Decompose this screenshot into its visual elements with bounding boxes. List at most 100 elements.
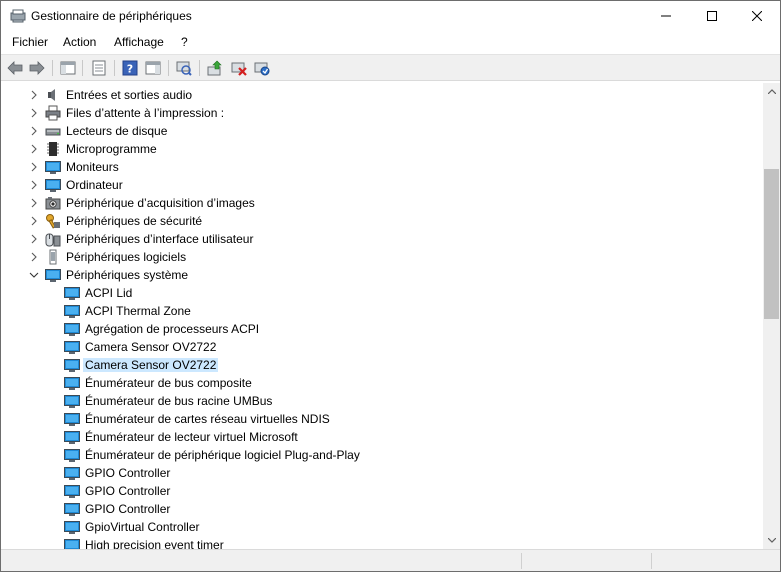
- device-tree[interactable]: Entrées et sorties audio Files d’attente …: [1, 83, 763, 549]
- tree-item-label: GpioVirtual Controller: [85, 520, 200, 534]
- system-device-icon: [64, 321, 80, 337]
- tree-category-item[interactable]: Microprogramme: [1, 140, 763, 158]
- window-title: Gestionnaire de périphériques: [31, 9, 192, 23]
- tree-child-item[interactable]: Énumérateur de bus composite: [1, 374, 763, 392]
- tree-category-item[interactable]: Périphériques logiciels: [1, 248, 763, 266]
- properties-icon[interactable]: [90, 59, 108, 77]
- system-device-icon: [64, 285, 80, 301]
- tree-item-label: Files d’attente à l’impression :: [66, 106, 225, 120]
- chevron-right-icon[interactable]: [29, 180, 39, 190]
- forward-arrow-icon[interactable]: [28, 59, 46, 77]
- close-button[interactable]: [734, 1, 780, 31]
- tree-item-label: Périphériques de sécurité: [66, 214, 203, 228]
- chevron-right-icon[interactable]: [29, 162, 39, 172]
- status-bar: [1, 549, 780, 571]
- toolbar-separator: [199, 60, 200, 76]
- tree-category-item[interactable]: Lecteurs de disque: [1, 122, 763, 140]
- tree-category-item[interactable]: Périphériques système: [1, 266, 763, 284]
- printer-icon: [45, 105, 61, 121]
- back-arrow-icon[interactable]: [6, 59, 24, 77]
- tree-child-item[interactable]: GPIO Controller: [1, 464, 763, 482]
- tree-category-item[interactable]: Périphériques d’interface utilisateur: [1, 230, 763, 248]
- tree-child-item[interactable]: ACPI Lid: [1, 284, 763, 302]
- tree-category-item[interactable]: Ordinateur: [1, 176, 763, 194]
- chevron-right-icon[interactable]: [29, 126, 39, 136]
- tree-item-label: ACPI Lid: [85, 286, 133, 300]
- tree-item-label: Microprogramme: [66, 142, 157, 156]
- system-device-icon: [64, 303, 80, 319]
- device-tree-list: Entrées et sorties audio Files d’attente …: [1, 86, 763, 549]
- minimize-button[interactable]: [643, 1, 689, 31]
- status-divider: [521, 553, 522, 569]
- action-pane-icon[interactable]: [144, 59, 162, 77]
- scroll-up-arrow-icon[interactable]: [763, 83, 780, 100]
- tree-category-item[interactable]: Entrées et sorties audio: [1, 86, 763, 104]
- chevron-right-icon[interactable]: [29, 216, 39, 226]
- tree-item-label: GPIO Controller: [85, 502, 171, 516]
- scan-hardware-icon[interactable]: [175, 59, 193, 77]
- system-device-icon: [64, 411, 80, 427]
- chevron-right-icon[interactable]: [29, 198, 39, 208]
- title-bar[interactable]: Gestionnaire de périphériques: [1, 1, 780, 31]
- tree-child-item[interactable]: Camera Sensor OV2722: [1, 338, 763, 356]
- system-device-icon: [64, 447, 80, 463]
- scroll-down-arrow-icon[interactable]: [763, 532, 780, 549]
- chevron-right-icon[interactable]: [29, 144, 39, 154]
- chevron-down-icon[interactable]: [29, 270, 39, 280]
- tree-child-item[interactable]: GpioVirtual Controller: [1, 518, 763, 536]
- tree-child-item[interactable]: High precision event timer: [1, 536, 763, 549]
- toolbar-separator: [114, 60, 115, 76]
- update-driver-icon[interactable]: [206, 59, 224, 77]
- scrollbar-thumb[interactable]: [764, 169, 779, 319]
- chevron-right-icon[interactable]: [29, 108, 39, 118]
- tree-child-item[interactable]: Énumérateur de périphérique logiciel Plu…: [1, 446, 763, 464]
- toolbar-separator: [52, 60, 53, 76]
- menu-affichage[interactable]: Affichage: [114, 35, 164, 49]
- tree-item-label: Moniteurs: [66, 160, 119, 174]
- toolbar-separator: [82, 60, 83, 76]
- system-device-icon: [64, 465, 80, 481]
- tree-child-item[interactable]: Agrégation de processeurs ACPI: [1, 320, 763, 338]
- tree-item-label: Lecteurs de disque: [66, 124, 168, 138]
- menu-fichier[interactable]: Fichier: [12, 35, 48, 49]
- status-divider: [651, 553, 652, 569]
- system-device-icon: [64, 429, 80, 445]
- chevron-right-icon[interactable]: [29, 90, 39, 100]
- console-tree-icon[interactable]: [59, 59, 77, 77]
- svg-text:?: ?: [127, 63, 133, 76]
- maximize-button[interactable]: [689, 1, 735, 31]
- tree-category-item[interactable]: Moniteurs: [1, 158, 763, 176]
- tree-child-item[interactable]: Énumérateur de lecteur virtuel Microsoft: [1, 428, 763, 446]
- tree-category-item[interactable]: Périphérique d’acquisition d’images: [1, 194, 763, 212]
- menu-action[interactable]: Action: [63, 35, 96, 49]
- tree-child-item[interactable]: GPIO Controller: [1, 482, 763, 500]
- tree-child-item[interactable]: Énumérateur de bus racine UMBus: [1, 392, 763, 410]
- tree-item-label: Camera Sensor OV2722: [85, 340, 217, 354]
- tree-category-item[interactable]: Périphériques de sécurité: [1, 212, 763, 230]
- tree-item-label: Énumérateur de périphérique logiciel Plu…: [85, 448, 360, 462]
- toolbar: ?: [1, 54, 780, 81]
- tree-item-label: High precision event timer: [85, 538, 224, 549]
- disk-drive-icon: [45, 123, 61, 139]
- uninstall-device-icon[interactable]: [230, 59, 248, 77]
- tree-item-label: Périphériques logiciels: [66, 250, 187, 264]
- tree-category-item[interactable]: Files d’attente à l’impression :: [1, 104, 763, 122]
- chevron-right-icon[interactable]: [29, 234, 39, 244]
- speaker-icon: [45, 87, 61, 103]
- tree-item-label: ACPI Thermal Zone: [85, 304, 191, 318]
- chevron-right-icon[interactable]: [29, 252, 39, 262]
- tree-item-label: Périphériques système: [66, 268, 189, 282]
- system-device-icon: [64, 339, 80, 355]
- enable-device-icon[interactable]: [253, 59, 271, 77]
- vertical-scrollbar[interactable]: [763, 83, 780, 549]
- tree-item-label: Agrégation de processeurs ACPI: [85, 322, 260, 336]
- tree-child-item[interactable]: GPIO Controller: [1, 500, 763, 518]
- tree-item-label: Camera Sensor OV2722: [83, 358, 219, 372]
- help-icon[interactable]: ?: [121, 59, 139, 77]
- menu-help[interactable]: ?: [181, 35, 188, 49]
- device-manager-app-icon: [10, 8, 26, 24]
- tree-item-label: Énumérateur de bus composite: [85, 376, 252, 390]
- tree-child-item[interactable]: Camera Sensor OV2722: [1, 356, 763, 374]
- tree-child-item[interactable]: ACPI Thermal Zone: [1, 302, 763, 320]
- tree-child-item[interactable]: Énumérateur de cartes réseau virtuelles …: [1, 410, 763, 428]
